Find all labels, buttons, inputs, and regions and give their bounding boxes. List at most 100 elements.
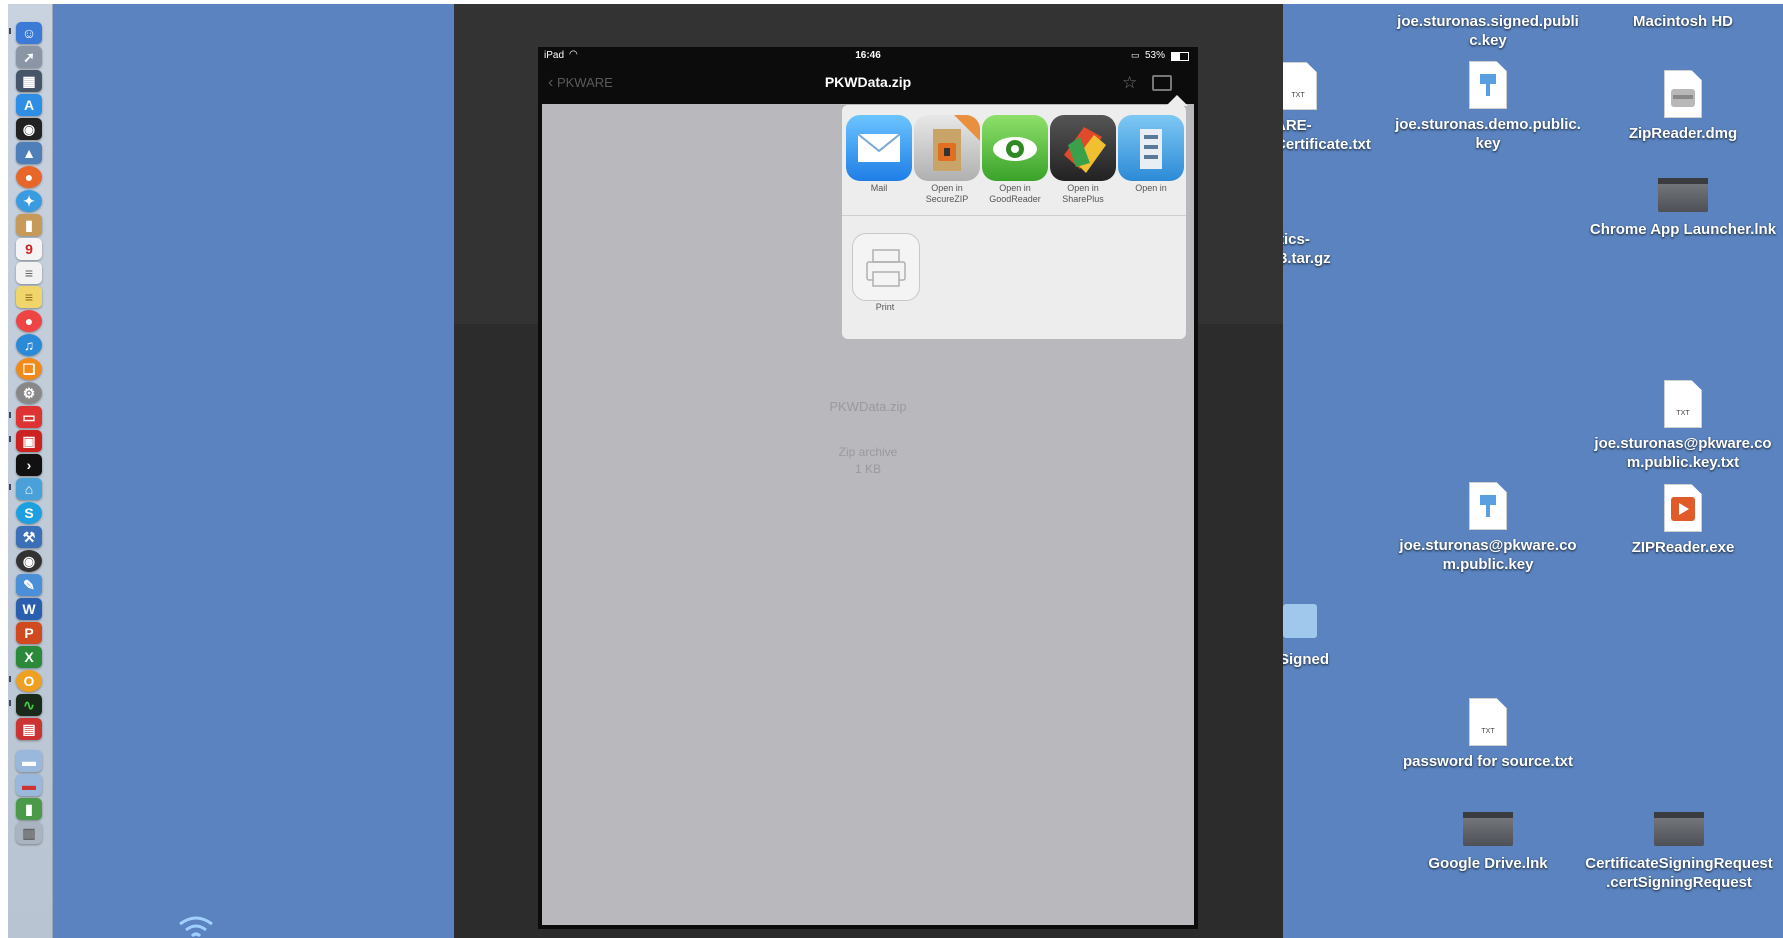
file-label-line-2: m.public.key.txt: [1626, 454, 1740, 471]
network-icon[interactable]: ⌂: [16, 478, 42, 500]
desktop-file-demo-public-key[interactable]: joe.sturonas.demo.public. key: [1383, 61, 1593, 153]
safari-icon[interactable]: ✦: [16, 190, 42, 212]
drive-label: Macintosh HD: [1632, 13, 1733, 30]
desktop-file-pkware-public-key-txt[interactable]: TXT joe.sturonas@pkware.co m.public.key.…: [1583, 380, 1783, 472]
shareplus-icon: [1050, 115, 1116, 181]
chrome-icon[interactable]: ●: [16, 310, 42, 332]
left-desktop: ☺ ➚ ▦ A ◉ ▲ ● ✦ ▮ 9 ≡ ≡ ● ♫ ❑ ⚙ ▭ ▣ › ⌂ …: [8, 4, 454, 938]
itunes-icon[interactable]: ♫: [16, 334, 42, 356]
desktop-file-google-drive[interactable]: Google Drive.lnk: [1383, 812, 1593, 873]
desktop-file-zipreader-dmg[interactable]: ZipReader.dmg: [1593, 70, 1773, 143]
running-indicator: [9, 436, 11, 442]
desktop-file-chrome-app-launcher[interactable]: Chrome App Launcher.lnk: [1573, 178, 1783, 239]
word-icon[interactable]: W: [16, 598, 42, 620]
file-label-line-2: c.key: [1469, 32, 1507, 49]
file-label-line-1: joe.sturonas@pkware.co: [1399, 537, 1577, 554]
open-in-app-icon: [1118, 115, 1184, 181]
exe-file-icon: [1664, 484, 1702, 532]
activity-monitor-icon[interactable]: ∿: [16, 694, 42, 716]
quicktime-icon[interactable]: ◉: [16, 550, 42, 572]
desktop-macintosh-hd[interactable]: Macintosh HD: [1593, 12, 1773, 31]
share-apps-row: Mail Open in SecureZIP Open in GoodReade…: [842, 105, 1186, 216]
file-label-line-1: CertificateSigningRequest: [1585, 855, 1773, 872]
skype-icon[interactable]: S: [16, 502, 42, 524]
shortcut-file-icon: [1463, 812, 1513, 846]
powerpoint-icon[interactable]: P: [16, 622, 42, 644]
launchpad-icon[interactable]: ➚: [16, 46, 42, 68]
folder-stack-icon[interactable]: ▬: [16, 750, 42, 772]
trash-icon[interactable]: ▥: [16, 822, 42, 844]
outlook-icon[interactable]: O: [16, 670, 42, 692]
file-label: Chrome App Launcher.lnk: [1589, 221, 1777, 238]
goodreader-icon: [982, 115, 1048, 181]
downloads-stack-icon[interactable]: ▬: [16, 774, 42, 796]
shortcut-file-icon: [1658, 178, 1708, 212]
dashboard-icon[interactable]: ◉: [16, 118, 42, 140]
xcode-icon[interactable]: ⚒: [16, 526, 42, 548]
share-label: Mail: [870, 183, 888, 193]
calendar-icon[interactable]: 9: [16, 238, 42, 260]
folder-label: Signed: [1283, 651, 1330, 668]
file-label-line-2: m.public.key: [1442, 556, 1534, 573]
file-label: password for source.txt: [1402, 753, 1574, 770]
running-indicator: [9, 484, 11, 490]
navigation-bar: ‹ PKWARE PKWData.zip ☆: [538, 64, 1198, 104]
securezip-icon: [914, 115, 980, 181]
wifi-icon: [179, 916, 213, 938]
share-open-in-other[interactable]: Open in: [1114, 115, 1186, 194]
star-icon[interactable]: ☆: [1122, 73, 1137, 93]
share-open-in-goodreader[interactable]: Open in GoodReader: [978, 115, 1052, 205]
desktop-file-csr[interactable]: CertificateSigningRequest .certSigningRe…: [1573, 812, 1783, 892]
share-open-in-shareplus[interactable]: Open in SharePlus: [1046, 115, 1120, 205]
share-label-2: SharePlus: [1062, 194, 1104, 204]
file-label-line-2: key: [1475, 135, 1501, 152]
ibooks-icon[interactable]: ❑: [16, 358, 42, 380]
desktop-file-zipreader-exe[interactable]: ZIPReader.exe: [1593, 484, 1773, 557]
shortcut-file-icon: [1654, 812, 1704, 846]
file-label: Google Drive.lnk: [1428, 855, 1548, 872]
keynote-file-icon: [1469, 482, 1507, 530]
documents-stack-icon[interactable]: ▮: [16, 798, 42, 820]
share-icon[interactable]: [1152, 75, 1172, 91]
photo-booth-icon[interactable]: ▤: [16, 718, 42, 740]
print-button[interactable]: [852, 233, 920, 301]
ios-simulator-window: iPad ◠ 16:46 ▭ 53% ‹ PKWARE PKWData.zip …: [454, 4, 1283, 938]
parallels-icon[interactable]: ▣: [16, 430, 42, 452]
file-name: PKWData.zip: [829, 399, 907, 414]
edit-tools-icon[interactable]: ✎: [16, 574, 42, 596]
dmg-file-icon: [1664, 70, 1702, 118]
file-details: Zip archive 1 KB: [542, 444, 1194, 478]
app-store-icon[interactable]: A: [16, 94, 42, 116]
excel-icon[interactable]: X: [16, 646, 42, 668]
ipad-screen: iPad ◠ 16:46 ▭ 53% ‹ PKWARE PKWData.zip …: [538, 47, 1198, 929]
terminal-icon[interactable]: ›: [16, 454, 42, 476]
share-label-2: SecureZIP: [925, 194, 969, 204]
battery-percent: 53%: [1145, 50, 1166, 61]
contacts-icon[interactable]: ▮: [16, 214, 42, 236]
mission-control-icon[interactable]: ▦: [16, 70, 42, 92]
printer-icon: [866, 249, 906, 287]
share-label-2: GoodReader: [989, 194, 1041, 204]
desktop-file-password-txt[interactable]: TXT password for source.txt: [1383, 698, 1593, 771]
desktop-file-signed-public-key[interactable]: joe.sturonas.signed.publi c.key: [1383, 12, 1593, 50]
nav-title: PKWData.zip: [824, 74, 912, 90]
share-label-1: Open in: [1135, 183, 1167, 193]
share-open-in-securezip[interactable]: Open in SecureZIP: [910, 115, 984, 205]
file-label-line-1: joe.sturonas.signed.publi: [1397, 13, 1579, 30]
screen: ☺ ➚ ▦ A ◉ ▲ ● ✦ ▮ 9 ≡ ≡ ● ♫ ❑ ⚙ ▭ ▣ › ⌂ …: [0, 0, 1783, 938]
notes-icon[interactable]: ≡: [16, 286, 42, 308]
running-indicator: [9, 676, 11, 682]
remote-desktop-icon[interactable]: ▭: [16, 406, 42, 428]
desktop-folder-signed[interactable]: Signed: [1283, 604, 1359, 669]
system-preferences-icon[interactable]: ⚙: [16, 382, 42, 404]
file-label-line-2: 3.tar.gz: [1283, 250, 1331, 267]
finder-icon[interactable]: ☺: [16, 22, 42, 44]
textedit-icon[interactable]: ≡: [16, 262, 42, 284]
share-mail[interactable]: Mail: [842, 115, 916, 194]
firefox-icon[interactable]: ●: [16, 166, 42, 188]
desktop-file-pkware-public-key[interactable]: joe.sturonas@pkware.co m.public.key: [1383, 482, 1593, 574]
share-label-1: Open in: [931, 183, 963, 193]
status-bar: iPad ◠ 16:46 ▭ 53%: [538, 47, 1198, 64]
preview-icon[interactable]: ▲: [16, 142, 42, 164]
desktop-file-tar-gz[interactable]: tics- 3.tar.gz: [1283, 230, 1399, 268]
